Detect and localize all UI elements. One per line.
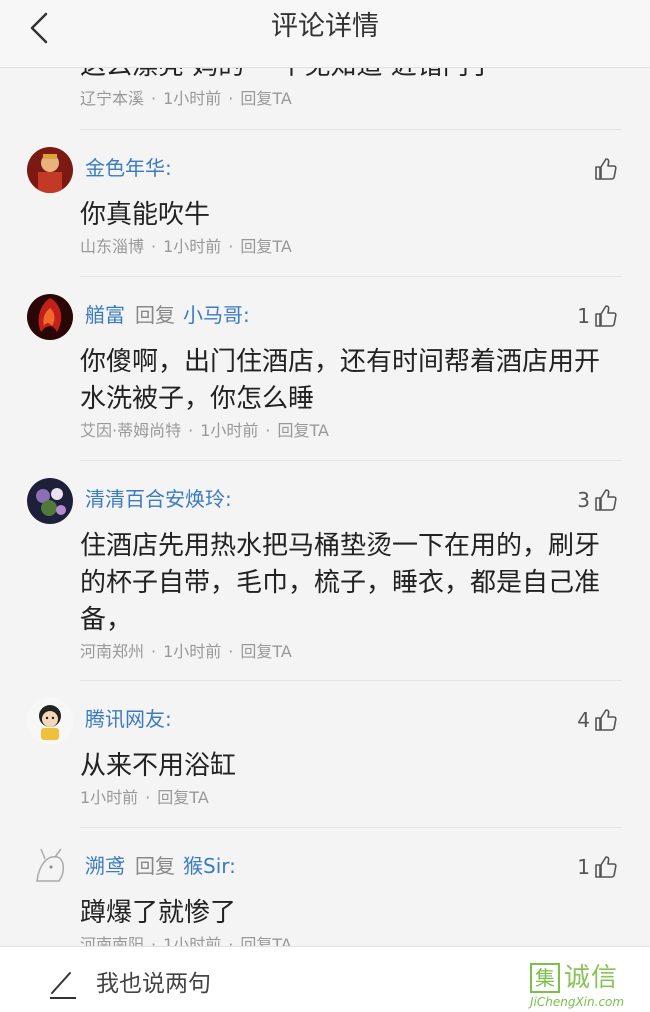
watermark-url: JiChengXin.com: [530, 995, 625, 1009]
comment-author-line: 腾讯网友:: [85, 705, 172, 733]
comment-item: 艏富 回复 小马哥: 1 你傻啊，出门住酒店，还有时间帮着酒店用开水洗被子，你怎么睡…: [0, 277, 650, 461]
comment-time: 1小时前: [80, 788, 139, 807]
comment-content: 从来不用浴缸: [80, 751, 237, 781]
avatar[interactable]: [27, 294, 73, 340]
comment-input-bar: 我也说两句 集 诚信 JiChengXin.com: [0, 946, 650, 1012]
comment-author-line: 金色年华:: [85, 154, 172, 182]
reply-target[interactable]: 小马哥:: [183, 303, 250, 327]
thumbs-up-icon: [595, 158, 617, 180]
avatar[interactable]: [27, 478, 73, 524]
reply-button[interactable]: 回复TA: [240, 237, 291, 256]
avatar-image: [27, 698, 73, 744]
comment-content: 这么漂亮 妈的 一个免知道 近错门子: [80, 68, 620, 85]
comment-item: 腾讯网友: 4 从来不用浴缸 1小时前 · 回复TA: [0, 681, 650, 828]
thumbs-up-icon: [595, 305, 617, 327]
comment-list[interactable]: 这么漂亮 妈的 一个免知道 近错门子 辽宁本溪·1小时前·回复TA 金色年华:: [0, 68, 650, 946]
app-header: 评论详情: [0, 0, 650, 68]
avatar[interactable]: [27, 845, 73, 891]
avatar-image: [27, 147, 73, 193]
comment-content: 你真能吹牛: [80, 200, 211, 230]
like-count: 1: [577, 855, 590, 879]
comment-meta: 河南南阳 · 1小时前 · 回复TA: [80, 934, 292, 946]
like-button[interactable]: 3: [577, 488, 618, 512]
comment-meta: 河南郑州 · 1小时前 · 回复TA: [80, 642, 292, 661]
comment-location: 山东淄博: [80, 237, 145, 256]
comment-input[interactable]: 我也说两句: [96, 965, 211, 1003]
comment-author[interactable]: 溯鸢: [85, 854, 125, 878]
reply-label: 回复: [135, 854, 175, 878]
thumbs-up-icon: [595, 709, 617, 731]
comment-time: 1小时前: [200, 421, 259, 440]
comment-meta: 艾因·蒂姆尚特 · 1小时前 · 回复TA: [80, 421, 329, 440]
watermark-text: 诚信: [564, 963, 619, 993]
like-count: 4: [577, 708, 590, 732]
like-button[interactable]: 4: [577, 708, 618, 732]
comment-time: 1小时前: [163, 935, 222, 946]
comment-item: 金色年华: 你真能吹牛 山东淄博 · 1小时前 · 回复TA: [0, 130, 650, 277]
thumbs-up-icon: [595, 489, 617, 511]
like-button[interactable]: [590, 157, 618, 181]
comment-author[interactable]: 腾讯网友:: [85, 707, 172, 731]
comment-author-line: 溯鸢 回复 猴Sir:: [85, 852, 236, 880]
comment-content: 蹲爆了就惨了: [80, 898, 237, 928]
comment-item: 清清百合安焕玲: 3 住酒店先用热水把马桶垫烫一下在用的，刷牙的杯子自带，毛巾，…: [0, 461, 650, 681]
comment-author[interactable]: 艏富: [85, 303, 125, 327]
comment-author-line: 清清百合安焕玲:: [85, 485, 232, 513]
comment-location: 河南郑州: [80, 642, 145, 661]
avatar-image: [27, 294, 73, 340]
comment-item-partial: 这么漂亮 妈的 一个免知道 近错门子 辽宁本溪·1小时前·回复TA: [0, 68, 650, 130]
comment-meta: 山东淄博 · 1小时前 · 回复TA: [80, 237, 292, 256]
avatar[interactable]: [27, 147, 73, 193]
reply-button[interactable]: 回复TA: [240, 89, 291, 108]
reply-label: 回复: [135, 303, 175, 327]
comment-content: 住酒店先用热水把马桶垫烫一下在用的，刷牙的杯子自带，毛巾，梳子，睡衣，都是自己准…: [80, 531, 601, 635]
like-button[interactable]: 1: [577, 304, 618, 328]
comment-location: 河南南阳: [80, 935, 145, 946]
comment-meta: 辽宁本溪 · 1小时前 · 回复TA: [80, 89, 292, 108]
reply-button[interactable]: 回复TA: [240, 935, 291, 946]
comment-location: 艾因·蒂姆尚特: [80, 421, 182, 440]
comment-content: 你傻啊，出门住酒店，还有时间帮着酒店用开水洗被子，你怎么睡: [80, 347, 601, 414]
comment-author[interactable]: 金色年华:: [85, 156, 172, 180]
like-button[interactable]: 1: [577, 855, 618, 879]
reply-target[interactable]: 猴Sir:: [183, 854, 236, 878]
watermark-logo: 集: [530, 963, 560, 993]
avatar-image: [27, 845, 73, 891]
avatar-image: [27, 478, 73, 524]
comment-time: 1小时前: [163, 89, 222, 108]
like-count: 1: [577, 304, 590, 328]
avatar[interactable]: [27, 698, 73, 744]
reply-button[interactable]: 回复TA: [157, 788, 208, 807]
page-title: 评论详情: [271, 11, 379, 42]
reply-button[interactable]: 回复TA: [240, 642, 291, 661]
comment-location: 辽宁本溪: [80, 89, 145, 108]
like-count: 3: [577, 488, 590, 512]
comment-item: 溯鸢 回复 猴Sir: 1 蹲爆了就惨了 河南南阳 · 1小时前 · 回复TA: [0, 828, 650, 946]
comment-time: 1小时前: [163, 642, 222, 661]
reply-button[interactable]: 回复TA: [277, 421, 328, 440]
pencil-icon[interactable]: [46, 969, 78, 1001]
comment-author[interactable]: 清清百合安焕玲:: [85, 487, 232, 511]
site-watermark: 集 诚信 JiChengXin.com: [530, 963, 646, 1012]
thumbs-up-icon: [595, 856, 617, 878]
comment-author-line: 艏富 回复 小马哥:: [85, 301, 250, 329]
comment-time: 1小时前: [163, 237, 222, 256]
comment-meta: 1小时前 · 回复TA: [80, 788, 209, 807]
